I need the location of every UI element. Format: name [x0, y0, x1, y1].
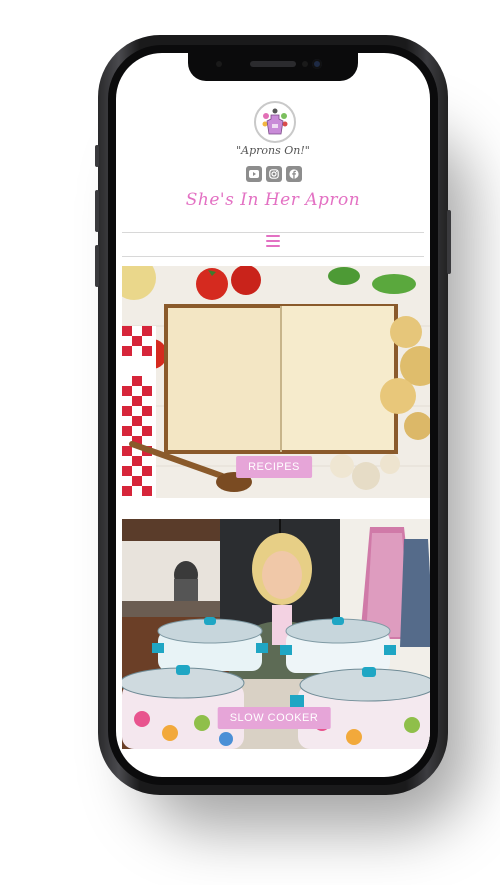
site-title[interactable]: She's In Her Apron — [116, 190, 430, 210]
front-camera — [312, 59, 322, 69]
sensor-dot — [302, 61, 308, 67]
apron-logo-icon[interactable] — [254, 101, 296, 143]
power-button — [447, 210, 451, 274]
notch — [188, 53, 358, 81]
phone-screen: "Aprons On!" She's In Her Apron RECIPES … — [116, 53, 430, 777]
volume-down-button — [95, 245, 99, 287]
recipes-tile[interactable]: RECIPES — [122, 266, 430, 498]
youtube-icon[interactable] — [246, 166, 262, 182]
apron-logo-graphic — [262, 108, 288, 135]
facebook-icon[interactable] — [286, 166, 302, 182]
slow-cooker-tile[interactable]: SLOW COOKER — [122, 519, 430, 749]
slow-cooker-label[interactable]: SLOW COOKER — [217, 707, 331, 729]
silent-switch — [95, 145, 99, 167]
social-links — [246, 166, 306, 184]
sensor-dot — [216, 61, 222, 67]
nav-divider-top — [122, 232, 424, 233]
speaker-grille — [250, 61, 296, 67]
site-tagline: "Aprons On!" — [236, 144, 310, 157]
volume-up-button — [95, 190, 99, 232]
nav-divider-bottom — [122, 256, 424, 257]
hamburger-menu-icon[interactable] — [266, 235, 280, 247]
recipes-label[interactable]: RECIPES — [236, 456, 312, 478]
instagram-icon[interactable] — [266, 166, 282, 182]
